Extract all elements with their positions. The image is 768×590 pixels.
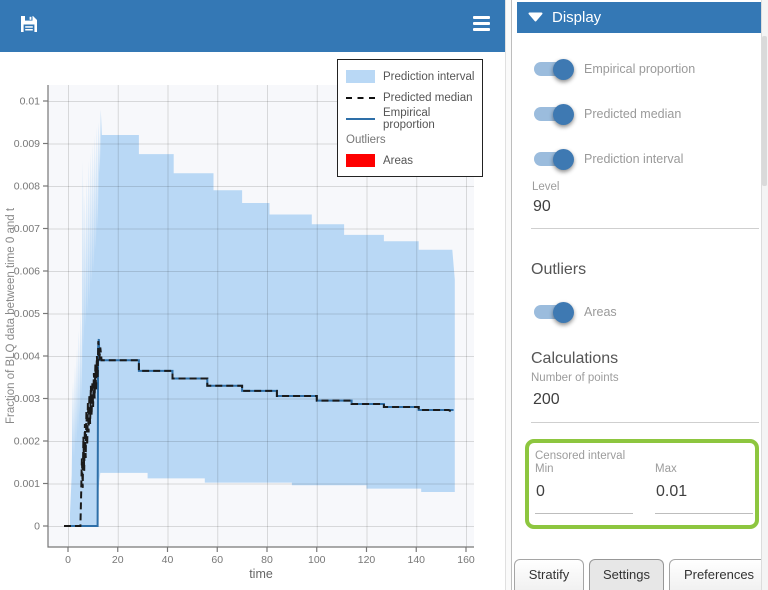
predicted-median-label: Predicted median: [584, 107, 681, 121]
areas-toggle[interactable]: [534, 305, 571, 319]
level-input-underline: [531, 228, 759, 229]
svg-text:0.005: 0.005: [14, 308, 40, 320]
toggle-knob: [553, 149, 574, 170]
legend-item-label: Predicted median: [383, 92, 473, 104]
censored-min-label: Min: [535, 463, 554, 475]
level-input[interactable]: 90: [533, 198, 551, 216]
svg-text:0.008: 0.008: [14, 181, 40, 193]
toggle-knob: [553, 104, 574, 125]
legend-item-label: Outliers: [346, 134, 386, 146]
svg-text:0.01: 0.01: [20, 96, 41, 108]
legend-item-label: Empirical proportion: [383, 107, 476, 131]
svg-text:0: 0: [34, 521, 40, 533]
svg-text:0.003: 0.003: [14, 393, 40, 405]
empirical-proportion-toggle[interactable]: [534, 62, 571, 76]
svg-text:0.007: 0.007: [14, 223, 40, 235]
toggle-row-predicted-median: Predicted median: [534, 107, 681, 121]
svg-text:60: 60: [211, 554, 223, 566]
areas-label: Areas: [584, 305, 617, 319]
svg-text:20: 20: [112, 554, 124, 566]
svg-text:160: 160: [457, 554, 475, 566]
legend-item-outliers: Outliers: [346, 129, 476, 150]
legend-item-prediction-interval: Prediction interval: [346, 66, 476, 87]
chart-legend: Prediction interval Predicted median Empir…: [337, 59, 483, 177]
toggle-row-areas: Areas: [534, 305, 617, 319]
toggle-row-prediction-interval: Prediction interval: [534, 152, 683, 166]
censored-max-underline: [655, 513, 753, 514]
legend-area-swatch: [346, 154, 375, 167]
svg-text:0.009: 0.009: [14, 138, 40, 150]
censored-max-input[interactable]: 0.01: [656, 483, 687, 501]
censored-interval-label: Censored interval: [535, 450, 625, 462]
svg-text:120: 120: [358, 554, 376, 566]
svg-text:0.002: 0.002: [14, 436, 40, 448]
legend-line-swatch: [346, 118, 375, 120]
legend-item-label: Areas: [383, 155, 413, 167]
panel-scrollbar[interactable]: [761, 0, 768, 590]
svg-text:0.001: 0.001: [14, 478, 40, 490]
toggle-knob: [553, 59, 574, 80]
svg-text:80: 80: [261, 554, 273, 566]
prediction-interval-toggle[interactable]: [534, 152, 571, 166]
display-section-title: Display: [552, 9, 601, 26]
points-input-underline: [531, 422, 759, 423]
svg-text:40: 40: [162, 554, 174, 566]
legend-dashed-line-swatch: [346, 97, 375, 99]
svg-text:100: 100: [308, 554, 326, 566]
settings-panel: Display Empirical proportion Predicted m…: [511, 0, 768, 590]
tab-settings[interactable]: Settings: [589, 559, 664, 590]
display-section-header[interactable]: Display: [517, 2, 762, 33]
svg-text:0: 0: [65, 554, 71, 566]
predicted-median-toggle[interactable]: [534, 107, 571, 121]
x-axis-label: time: [249, 567, 273, 581]
censored-min-input[interactable]: 0: [536, 483, 545, 501]
censored-min-underline: [535, 513, 633, 514]
svg-text:0.004: 0.004: [14, 351, 40, 363]
legend-area-swatch: [346, 70, 375, 83]
prediction-interval-label: Prediction interval: [584, 152, 683, 166]
legend-item-label: Prediction interval: [383, 71, 474, 83]
y-axis-label: Fraction of BLQ data between time 0 and …: [5, 207, 17, 424]
legend-item-empirical-proportion: Empirical proportion: [346, 108, 476, 129]
empirical-proportion-label: Empirical proportion: [584, 62, 695, 76]
legend-item-predicted-median: Predicted median: [346, 87, 476, 108]
chevron-down-icon: [528, 12, 543, 23]
calculations-heading: Calculations: [531, 350, 618, 368]
number-of-points-input[interactable]: 200: [533, 391, 560, 409]
tab-preferences[interactable]: Preferences: [669, 559, 768, 590]
outliers-heading: Outliers: [531, 261, 586, 279]
svg-text:140: 140: [407, 554, 425, 566]
number-of-points-label: Number of points: [531, 372, 619, 384]
tab-stratify[interactable]: Stratify: [514, 559, 584, 590]
panel-tabbar: Stratify Settings Preferences: [514, 559, 768, 590]
plot-pane: 0 20 40 60 80 100 120 140 160 0 0.001 0.002 0.003 0.0…: [0, 0, 509, 590]
panel-scrollbar-thumb[interactable]: [762, 36, 767, 186]
svg-text:0.006: 0.006: [14, 266, 40, 278]
legend-item-areas: Areas: [346, 150, 476, 171]
level-label: Level: [532, 181, 560, 193]
toggle-knob: [553, 302, 574, 323]
censored-max-label: Max: [655, 463, 677, 475]
toggle-row-empirical-proportion: Empirical proportion: [534, 62, 695, 76]
